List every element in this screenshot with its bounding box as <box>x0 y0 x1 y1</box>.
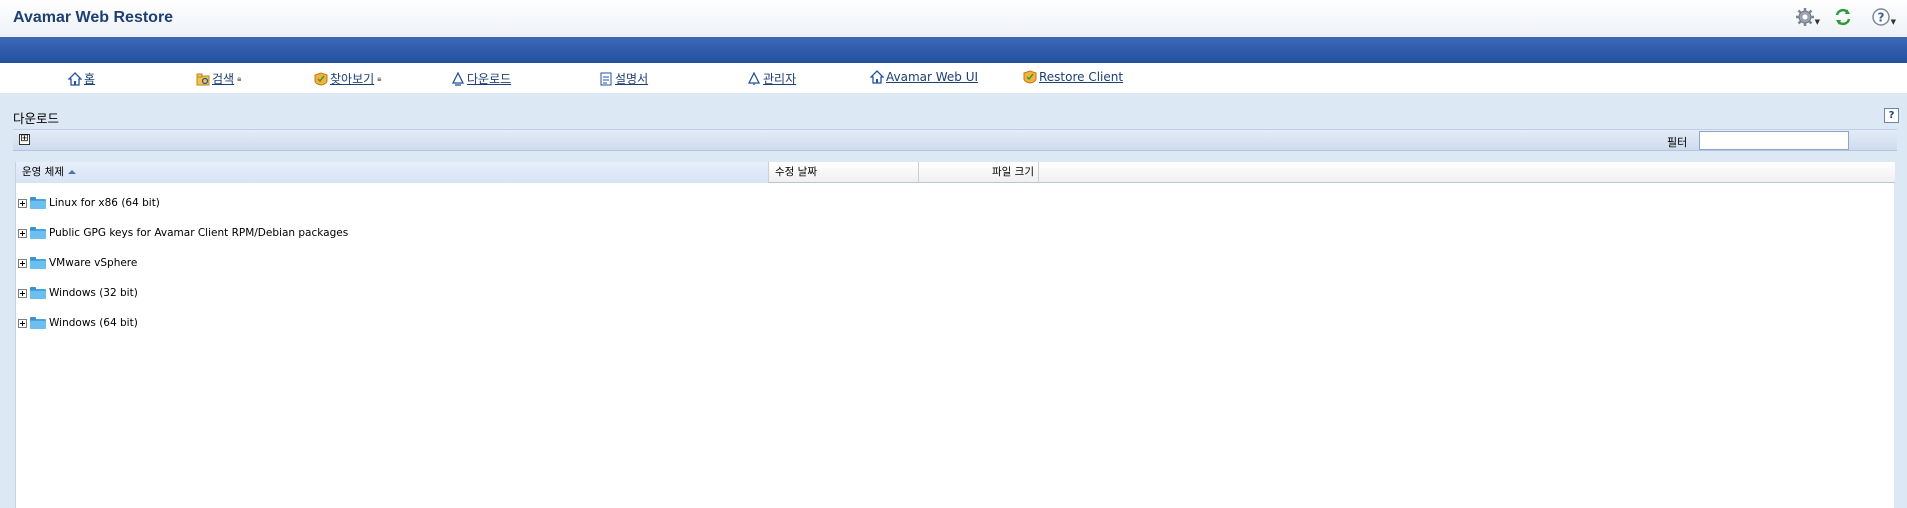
tree-row[interactable]: Windows (64 bit) <box>16 312 1895 334</box>
lock-icon: 🔒︎ <box>237 73 242 83</box>
expand-all-icon[interactable]: ⊞ <box>19 134 30 145</box>
nav-label: 검색 <box>212 72 235 86</box>
content-panel: 다운로드 ? ⊞ 필터 운영 체제 수정 날짜 파일 크기 Linux for … <box>0 93 1907 508</box>
nav-label: 관리자 <box>763 72 797 86</box>
tree-row[interactable]: Linux for x86 (64 bit) <box>16 192 1895 214</box>
sort-ascending-icon <box>67 170 76 174</box>
main-nav: 홈 검색 🔒︎ 찾아보기 🔒︎ 다운로드 설명서 관리자 Avamar Web … <box>0 63 1907 93</box>
tree-row[interactable]: VMware vSphere <box>16 252 1895 274</box>
svg-text:?: ? <box>1878 11 1885 25</box>
nav-item-home[interactable]: 홈 <box>68 70 95 87</box>
row-label: VMware vSphere <box>49 257 138 269</box>
nav-item-admin[interactable]: 관리자 <box>747 70 796 87</box>
nav-label: Restore Client <box>1039 70 1124 84</box>
nav-label: Avamar Web UI <box>886 70 979 84</box>
nav-item-download[interactable]: 다운로드 <box>451 70 511 87</box>
grid-header: 운영 체제 수정 날짜 파일 크기 <box>16 162 1895 183</box>
expand-icon[interactable] <box>18 198 27 208</box>
row-label: Windows (64 bit) <box>49 317 138 329</box>
column-label: 파일 크기 <box>992 166 1034 178</box>
column-file-size[interactable]: 파일 크기 <box>919 162 1039 183</box>
expand-icon[interactable] <box>18 258 27 268</box>
chevron-down-icon: ▼ <box>1814 18 1820 26</box>
admin-icon <box>747 71 761 85</box>
folder-icon <box>30 197 46 209</box>
banner-bar <box>0 37 1907 63</box>
nav-item-documentation[interactable]: 설명서 <box>599 70 648 87</box>
folder-icon <box>30 317 46 329</box>
nav-item-browse[interactable]: 찾아보기 🔒︎ <box>314 70 381 87</box>
nav-label: 찾아보기 <box>330 72 375 86</box>
column-os[interactable]: 운영 체제 <box>16 162 769 183</box>
expand-icon[interactable] <box>18 288 27 298</box>
column-label: 수정 날짜 <box>775 166 817 178</box>
row-label: Linux for x86 (64 bit) <box>49 197 160 209</box>
row-label: Windows (32 bit) <box>49 287 138 299</box>
browse-icon <box>314 71 328 86</box>
lock-icon: 🔒︎ <box>377 73 382 83</box>
top-icons: ▼ ? ▼ <box>1795 7 1896 27</box>
column-modified-date[interactable]: 수정 날짜 <box>769 162 919 183</box>
folder-icon <box>30 227 46 239</box>
download-grid: 운영 체제 수정 날짜 파일 크기 Linux for x86 (64 bit)… <box>15 162 1895 508</box>
column-label: 운영 체제 <box>22 166 64 178</box>
tree-row[interactable]: Windows (32 bit) <box>16 282 1895 304</box>
expand-icon[interactable] <box>18 318 27 328</box>
nav-item-search[interactable]: 검색 🔒︎ <box>196 70 241 87</box>
home-icon <box>870 70 884 84</box>
download-icon <box>451 71 465 86</box>
nav-item-restore-client[interactable]: Restore Client <box>1023 70 1123 84</box>
chevron-down-icon: ▼ <box>1890 18 1896 26</box>
nav-item-avamar-web-ui[interactable]: Avamar Web UI <box>870 70 978 84</box>
nav-label: 홈 <box>84 72 96 86</box>
restore-client-icon <box>1023 70 1037 84</box>
grid-toolbar: ⊞ 필터 <box>13 129 1897 151</box>
gear-icon[interactable]: ▼ <box>1795 7 1820 27</box>
row-label: Public GPG keys for Avamar Client RPM/De… <box>49 227 349 239</box>
help-icon[interactable]: ? ▼ <box>1871 7 1896 27</box>
filter-label: 필터 <box>1667 136 1688 149</box>
expand-icon[interactable] <box>18 228 27 238</box>
page-title: 다운로드 <box>13 111 60 126</box>
nav-label: 설명서 <box>615 72 649 86</box>
tree-row[interactable]: Public GPG keys for Avamar Client RPM/De… <box>16 222 1895 244</box>
folder-icon <box>30 287 46 299</box>
search-folder-icon <box>196 73 210 85</box>
home-icon <box>68 71 82 86</box>
help-button[interactable]: ? <box>1884 108 1899 123</box>
filter-input[interactable] <box>1699 131 1849 150</box>
folder-icon <box>30 257 46 269</box>
refresh-icon[interactable] <box>1833 7 1855 27</box>
app-title: Avamar Web Restore <box>13 9 174 26</box>
documentation-icon <box>600 72 612 85</box>
nav-label: 다운로드 <box>467 72 512 86</box>
top-bar: Avamar Web Restore ▼ ? ▼ <box>0 0 1907 37</box>
